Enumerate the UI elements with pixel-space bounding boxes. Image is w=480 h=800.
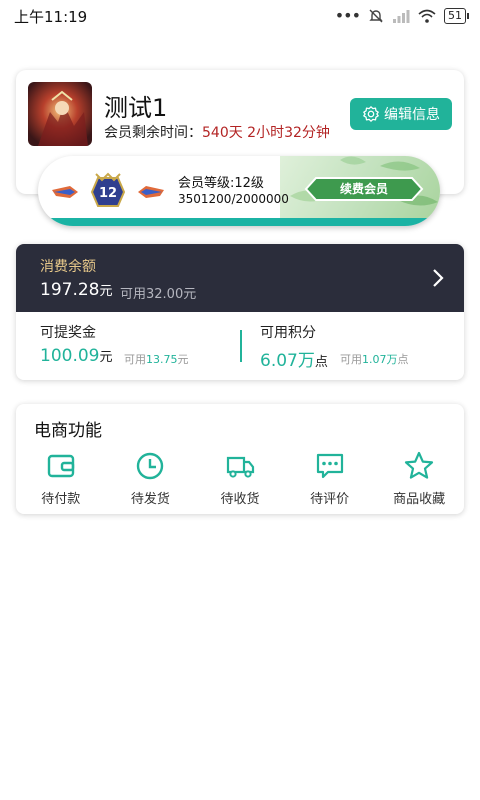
- chevron-right-icon[interactable]: [430, 266, 446, 290]
- level-badges: 12: [48, 172, 168, 212]
- pending-payment-button[interactable]: 待付款: [16, 448, 106, 508]
- edit-info-label: 编辑信息: [384, 107, 440, 123]
- status-bar: 上午11:19 ••• 51: [0, 0, 480, 32]
- banner-bottom-bar: [38, 218, 440, 226]
- bonus-available-prefix: 可用: [124, 353, 146, 366]
- chat-icon: [316, 453, 343, 479]
- pending-shipment-button[interactable]: 待发货: [106, 448, 196, 508]
- balance-amount: 197.28元: [40, 280, 113, 300]
- bonus-available-value: 13.75: [146, 353, 178, 366]
- points-value-number: 6.07万: [260, 351, 315, 371]
- renew-membership-label: 续费会员: [339, 182, 388, 196]
- more-dots-icon: •••: [334, 6, 361, 25]
- points-section[interactable]: 可用积分 6.07万点 可用1.07万点: [236, 312, 464, 380]
- status-icons: ••• 51: [334, 6, 469, 26]
- battery-icon: 51: [444, 8, 469, 24]
- level-progress: 3501200/2000000: [178, 192, 289, 206]
- points-label: 可用积分: [260, 325, 316, 341]
- bonus-value: 100.09元: [40, 346, 113, 366]
- avatar[interactable]: [28, 82, 92, 146]
- pending-payment-label: 待付款: [41, 492, 81, 507]
- truck-icon: [226, 456, 255, 478]
- expire-label: 会员剩余时间：: [104, 125, 202, 141]
- mute-icon: [369, 9, 383, 23]
- star-icon: [405, 451, 434, 479]
- membership-expire-row: 会员剩余时间：540天 2小时32分钟: [104, 122, 330, 142]
- balance-amount-value: 197.28: [40, 280, 100, 300]
- bonus-value-number: 100.09: [40, 346, 100, 366]
- points-value: 6.07万点: [260, 346, 328, 371]
- bonus-available-unit: 元: [177, 353, 189, 366]
- bonus-section[interactable]: 可提奖金 100.09元 可用13.75元: [16, 312, 240, 380]
- bonus-value-unit: 元: [99, 350, 113, 365]
- signal-icon: [393, 10, 410, 23]
- pending-receipt-button[interactable]: 待收货: [195, 448, 285, 508]
- ecommerce-items: 待付款 待发货 待收货 待评价 商品收藏: [16, 448, 464, 508]
- gear-icon: [363, 106, 379, 122]
- consumption-balance-panel[interactable]: 消费余额 197.28元 可用32.00元: [16, 244, 464, 312]
- user-name: 测试1: [104, 94, 168, 122]
- pending-shipment-label: 待发货: [130, 492, 170, 507]
- wifi-icon: [418, 9, 436, 23]
- status-time: 上午11:19: [14, 8, 88, 26]
- membership-level-banner: 12 会员等级:12级 3501200/2000000 续费会员: [38, 156, 440, 226]
- bonus-available: 可用13.75元: [124, 351, 189, 367]
- ecommerce-card: 电商功能 待付款 待发货 待收货 待评价 商品收藏: [16, 404, 464, 514]
- balance-label: 消费余额: [40, 259, 96, 275]
- ecommerce-title: 电商功能: [34, 421, 102, 441]
- balance-amount-unit: 元: [99, 284, 113, 299]
- points-available-unit: 点: [397, 353, 409, 366]
- member-level: 会员等级:12级: [178, 176, 264, 191]
- points-available-value: 1.07万: [362, 353, 398, 366]
- level-badge-number: 12: [99, 186, 117, 201]
- pending-review-button[interactable]: 待评价: [285, 448, 375, 508]
- edit-info-button[interactable]: 编辑信息: [350, 98, 452, 130]
- renew-membership-button[interactable]: 续费会员: [302, 176, 426, 202]
- points-value-unit: 点: [314, 355, 328, 370]
- pending-receipt-label: 待收货: [220, 492, 260, 507]
- favorites-label: 商品收藏: [393, 492, 446, 507]
- favorites-button[interactable]: 商品收藏: [374, 448, 464, 508]
- balance-available: 可用32.00元: [120, 287, 197, 302]
- wallet-icon: [47, 454, 74, 478]
- points-available: 可用1.07万点: [340, 351, 409, 367]
- balance-card: 消费余额 197.28元 可用32.00元 可提奖金 100.09元 可用13.…: [16, 244, 464, 380]
- clock-icon: [137, 452, 164, 480]
- bonus-label: 可提奖金: [40, 325, 96, 341]
- points-available-prefix: 可用: [340, 353, 362, 366]
- expire-value: 540天 2小时32分钟: [202, 125, 330, 141]
- pending-review-label: 待评价: [310, 492, 350, 507]
